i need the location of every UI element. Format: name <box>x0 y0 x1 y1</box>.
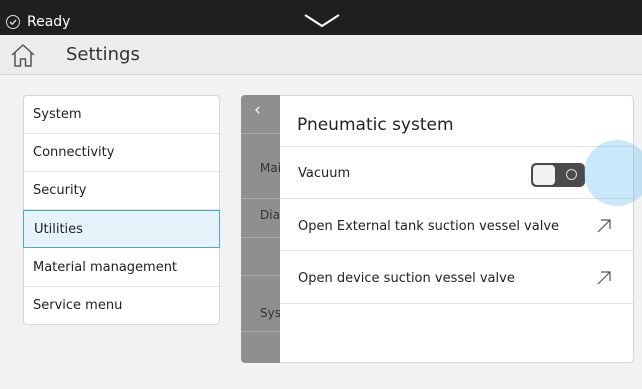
status-text: Ready <box>27 14 71 30</box>
toggle-off-indicator <box>566 169 577 180</box>
external-link-icon[interactable] <box>596 218 612 234</box>
behind-label: Sys <box>260 306 281 320</box>
header: Settings <box>0 35 642 75</box>
settings-menu: System Connectivity Security Utilities M… <box>23 95 220 325</box>
divider <box>241 331 281 332</box>
panel-title: Pneumatic system <box>297 115 454 135</box>
toggle-knob <box>533 165 555 185</box>
home-button[interactable] <box>0 35 52 75</box>
divider <box>241 275 281 276</box>
vacuum-label: Vacuum <box>298 166 351 181</box>
divider <box>280 146 633 147</box>
menu-item-utilities[interactable]: Utilities <box>23 210 220 248</box>
device-valve-label[interactable]: Open device suction vessel valve <box>298 271 515 286</box>
back-button[interactable]: ‹ <box>241 95 281 133</box>
divider <box>280 198 633 199</box>
check-circle-icon <box>6 15 20 29</box>
divider <box>241 133 281 134</box>
divider <box>280 303 633 304</box>
status-bar: Ready <box>0 0 642 35</box>
divider <box>241 237 281 238</box>
menu-item-material-management[interactable]: Material management <box>24 249 219 287</box>
chevron-left-icon: ‹ <box>254 100 261 120</box>
external-link-icon[interactable] <box>596 270 612 286</box>
behind-label: Dia <box>260 208 280 222</box>
divider <box>241 198 281 199</box>
menu-item-connectivity[interactable]: Connectivity <box>24 134 219 172</box>
previous-panel: ‹ Mai Dia Sys <box>241 95 281 363</box>
external-tank-valve-label[interactable]: Open External tank suction vessel valve <box>298 219 559 234</box>
vacuum-toggle[interactable] <box>531 163 585 187</box>
behind-label: Mai <box>260 161 281 175</box>
menu-item-security[interactable]: Security <box>24 172 219 210</box>
page-title: Settings <box>66 44 140 65</box>
divider <box>280 250 633 251</box>
menu-item-system[interactable]: System <box>24 96 219 134</box>
menu-item-service-menu[interactable]: Service menu <box>24 287 219 325</box>
pneumatic-system-panel: Pneumatic system Vacuum Open External ta… <box>280 95 634 363</box>
chevron-down-icon[interactable] <box>302 12 342 30</box>
